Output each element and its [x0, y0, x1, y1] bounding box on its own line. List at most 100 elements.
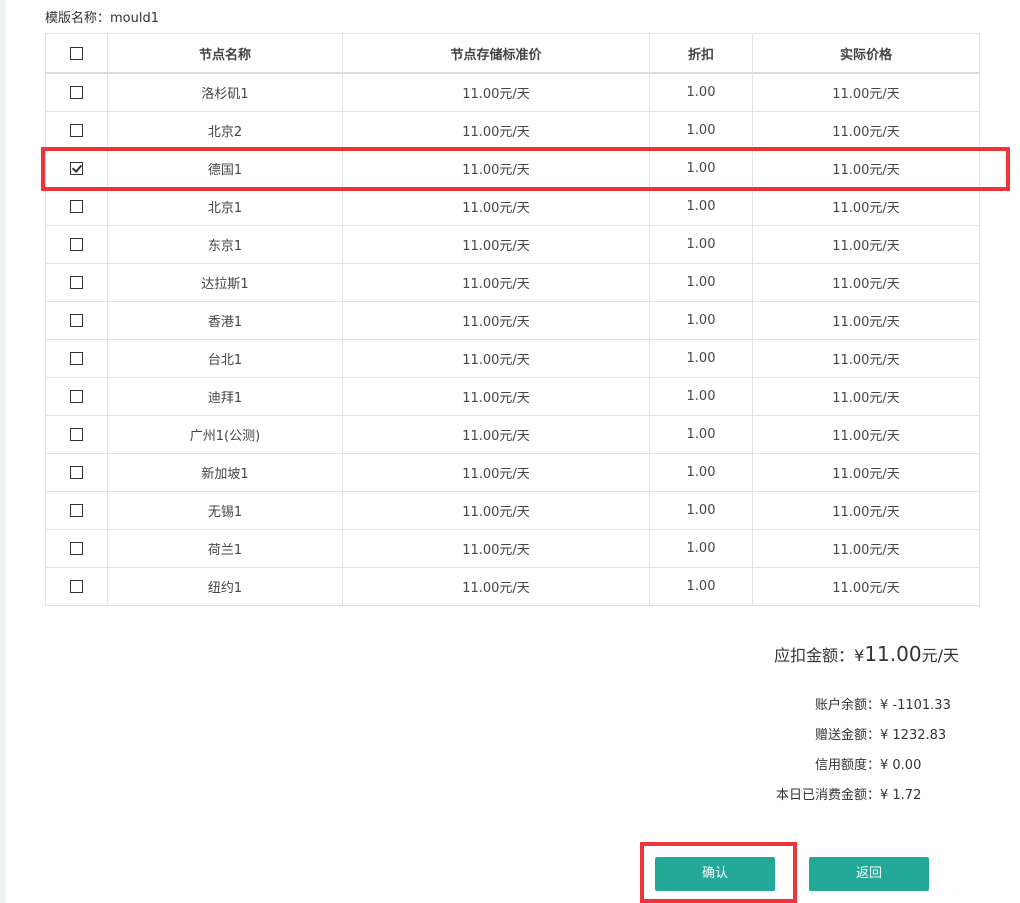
- row-checkbox[interactable]: [70, 314, 83, 327]
- table-row[interactable]: 北京2 11.00元/天 1.00 11.00元/天: [45, 111, 980, 150]
- table-row[interactable]: 新加坡1 11.00元/天 1.00 11.00元/天: [45, 453, 980, 492]
- standard-price-cell: 11.00元/天: [342, 453, 650, 492]
- table-row[interactable]: 广州1(公测) 11.00元/天 1.00 11.00元/天: [45, 415, 980, 454]
- table-row[interactable]: 达拉斯1 11.00元/天 1.00 11.00元/天: [45, 263, 980, 302]
- row-checkbox[interactable]: [70, 276, 83, 289]
- row-checkbox[interactable]: [70, 124, 83, 137]
- row-checkbox-cell: [45, 263, 108, 302]
- actual-price-cell: 11.00元/天: [752, 225, 980, 264]
- discount-cell: 1.00: [649, 453, 753, 492]
- confirm-button[interactable]: 确认: [655, 857, 775, 891]
- deduct-amount: 应扣金额：¥11.00元/天: [774, 642, 959, 666]
- standard-price-cell: 11.00元/天: [342, 187, 650, 226]
- discount-cell: 1.00: [649, 529, 753, 568]
- node-name-cell: 香港1: [107, 301, 343, 340]
- actual-price-cell: 11.00元/天: [752, 339, 980, 378]
- balance-value: ¥ -1101.33: [880, 698, 951, 713]
- row-checkbox-cell: [45, 567, 108, 606]
- table-row[interactable]: 台北1 11.00元/天 1.00 11.00元/天: [45, 339, 980, 378]
- row-checkbox-cell: [45, 529, 108, 568]
- discount-cell: 1.00: [649, 377, 753, 416]
- table-row[interactable]: 洛杉矶1 11.00元/天 1.00 11.00元/天: [45, 72, 980, 112]
- table-row[interactable]: 东京1 11.00元/天 1.00 11.00元/天: [45, 225, 980, 264]
- actual-price-cell: 11.00元/天: [752, 567, 980, 606]
- deduct-label: 应扣金额：: [774, 646, 855, 665]
- credit-label: 信用额度：: [814, 758, 880, 773]
- select-all-cell: [45, 33, 108, 74]
- actual-price-cell: 11.00元/天: [752, 453, 980, 492]
- standard-price-cell: 11.00元/天: [342, 72, 650, 112]
- standard-price-cell: 11.00元/天: [342, 567, 650, 606]
- node-name-cell: 东京1: [107, 225, 343, 264]
- row-checkbox-cell: [45, 339, 108, 378]
- balance-label: 账户余额：: [814, 698, 880, 713]
- header-discount: 折扣: [649, 33, 753, 74]
- node-name-cell: 德国1: [107, 149, 343, 188]
- row-checkbox[interactable]: [70, 580, 83, 593]
- node-pricing-table: 节点名称 节点存储标准价 折扣 实际价格 洛杉矶1 11.00元/天 1.00 11.…: [45, 33, 980, 606]
- discount-cell: 1.00: [649, 225, 753, 264]
- actual-price-cell: 11.00元/天: [752, 491, 980, 530]
- standard-price-cell: 11.00元/天: [342, 377, 650, 416]
- actual-price-cell: 11.00元/天: [752, 263, 980, 302]
- discount-cell: 1.00: [649, 263, 753, 302]
- discount-cell: 1.00: [649, 149, 753, 188]
- node-name-cell: 洛杉矶1: [107, 72, 343, 112]
- node-name-cell: 达拉斯1: [107, 263, 343, 302]
- discount-cell: 1.00: [649, 415, 753, 454]
- row-checkbox[interactable]: [70, 504, 83, 517]
- header-actual-price: 实际价格: [752, 33, 980, 74]
- row-checkbox[interactable]: [70, 466, 83, 479]
- select-all-checkbox[interactable]: [70, 46, 83, 60]
- template-name-label: 模版名称：: [45, 11, 111, 26]
- deduct-value: 11.00: [864, 642, 922, 666]
- row-checkbox-cell: [45, 377, 108, 416]
- row-checkbox-cell: [45, 225, 108, 264]
- actual-price-cell: 11.00元/天: [752, 187, 980, 226]
- standard-price-cell: 11.00元/天: [342, 301, 650, 340]
- standard-price-cell: 11.00元/天: [342, 111, 650, 150]
- row-checkbox[interactable]: [70, 352, 83, 365]
- table-row[interactable]: 迪拜1 11.00元/天 1.00 11.00元/天: [45, 377, 980, 416]
- table-row[interactable]: 荷兰1 11.00元/天 1.00 11.00元/天: [45, 529, 980, 568]
- discount-cell: 1.00: [649, 301, 753, 340]
- table-row[interactable]: 德国1 11.00元/天 1.00 11.00元/天: [45, 149, 980, 188]
- node-name-cell: 北京2: [107, 111, 343, 150]
- row-checkbox-cell: [45, 72, 108, 112]
- standard-price-cell: 11.00元/天: [342, 415, 650, 454]
- today-consumed-label: 本日已消费金额：: [775, 788, 880, 803]
- left-edge-strip: [0, 0, 6, 903]
- discount-cell: 1.00: [649, 491, 753, 530]
- standard-price-cell: 11.00元/天: [342, 339, 650, 378]
- table-row[interactable]: 无锡1 11.00元/天 1.00 11.00元/天: [45, 491, 980, 530]
- actual-price-cell: 11.00元/天: [752, 377, 980, 416]
- standard-price-cell: 11.00元/天: [342, 529, 650, 568]
- actual-price-cell: 11.00元/天: [752, 72, 980, 112]
- table-header-row: 节点名称 节点存储标准价 折扣 实际价格: [45, 33, 980, 74]
- node-name-cell: 迪拜1: [107, 377, 343, 416]
- row-checkbox[interactable]: [70, 162, 83, 175]
- template-name-value: mould1: [110, 11, 160, 26]
- row-checkbox[interactable]: [70, 238, 83, 251]
- actual-price-cell: 11.00元/天: [752, 149, 980, 188]
- discount-cell: 1.00: [649, 111, 753, 150]
- table-row[interactable]: 纽约1 11.00元/天 1.00 11.00元/天: [45, 567, 980, 606]
- node-name-cell: 纽约1: [107, 567, 343, 606]
- template-name: 模版名称：mould1: [45, 7, 159, 26]
- discount-cell: 1.00: [649, 72, 753, 112]
- today-consumed-value: ¥ 1.72: [880, 788, 922, 803]
- row-checkbox-cell: [45, 111, 108, 150]
- row-checkbox[interactable]: [70, 542, 83, 555]
- standard-price-cell: 11.00元/天: [342, 263, 650, 302]
- table-row[interactable]: 北京1 11.00元/天 1.00 11.00元/天: [45, 187, 980, 226]
- row-checkbox[interactable]: [70, 200, 83, 213]
- table-row[interactable]: 香港1 11.00元/天 1.00 11.00元/天: [45, 301, 980, 340]
- row-checkbox[interactable]: [70, 390, 83, 403]
- credit-value: ¥ 0.00: [880, 758, 922, 773]
- back-button[interactable]: 返回: [809, 857, 929, 891]
- row-checkbox[interactable]: [70, 86, 83, 99]
- node-name-cell: 新加坡1: [107, 453, 343, 492]
- gift-label: 赠送金额：: [814, 728, 880, 743]
- row-checkbox-cell: [45, 187, 108, 226]
- row-checkbox[interactable]: [70, 428, 83, 441]
